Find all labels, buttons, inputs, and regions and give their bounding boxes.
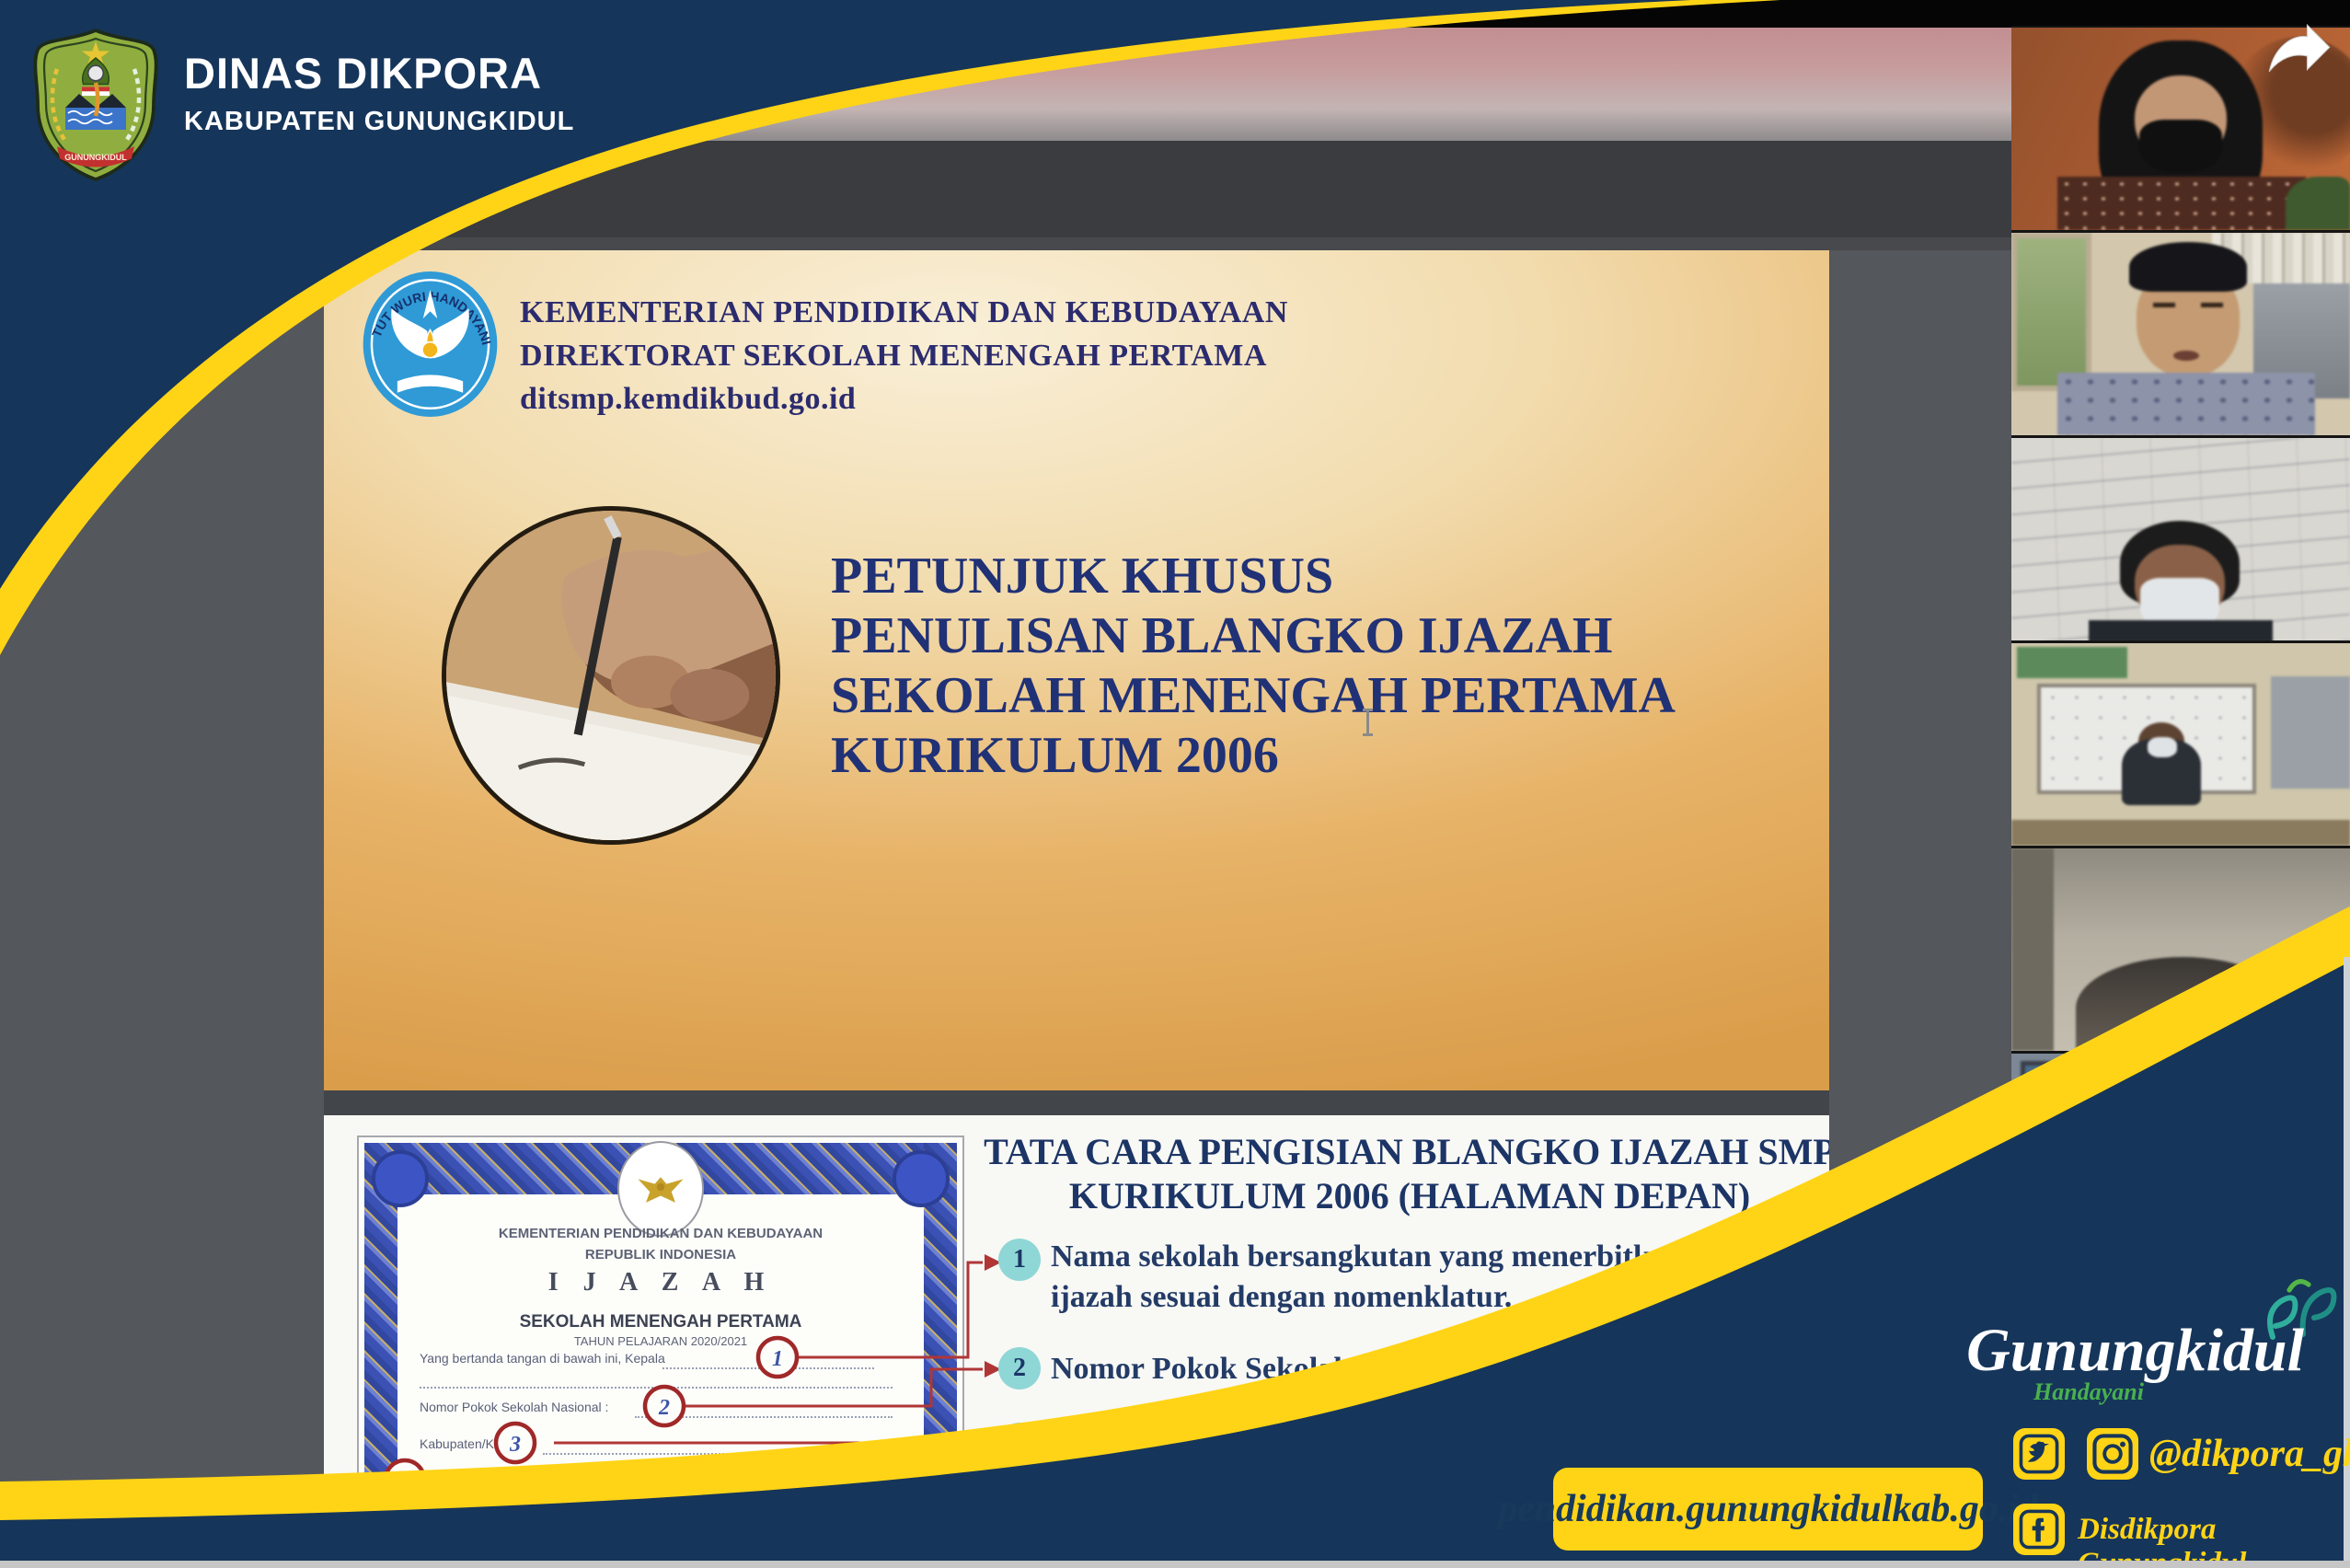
slide2-title: TATA CARA PENGISIAN BLANGKO IJAZAH SMP K… (968, 1130, 1829, 1218)
video-thumbnail[interactable] (2011, 643, 2350, 846)
video-thumbnail[interactable] (2011, 1054, 2350, 1256)
slide-title-line: SEKOLAH MENENGAH PERTAMA (831, 666, 1676, 726)
website-banner[interactable]: pendidikan.gunungkidulkab.go.id (1553, 1468, 1983, 1551)
slide2-title-line: KURIKULUM 2006 (HALAMAN DEPAN) (968, 1174, 1829, 1218)
slide-title: PETUNJUK KHUSUS PENULISAN BLANGKO IJAZAH… (831, 547, 1676, 786)
brand-wordmark: Gunungkidul (1958, 1316, 2312, 1386)
marker-number: 3 (509, 1433, 521, 1457)
item-line: Nomor Pokok Sekolah Nasional (NPSN) (1051, 1349, 1585, 1389)
participants-strip (2011, 26, 2350, 1259)
hand-writing-photo (442, 506, 780, 845)
item-line: Nama nomenklatur kabupaten/kota*) ( (1051, 1419, 1574, 1459)
video-thumbnail[interactable] (2011, 848, 2350, 1051)
slide2-title-line: TATA CARA PENGISIAN BLANGKO IJAZAH SMP (968, 1130, 1829, 1174)
agency-title: DINAS DIKPORA (184, 48, 542, 98)
facebook-label[interactable]: Disdikpora Gunungkidul (2078, 1513, 2350, 1568)
org-line: DIREKTORAT SEKOLAH MENENGAH PERTAMA (520, 334, 1288, 377)
item-number-badge: 3 (998, 1423, 1041, 1465)
list-item: Nama sekolah bersangkutan yang menerbitk… (1051, 1237, 1684, 1318)
svg-text:GUNUNGKIDUL: GUNUNGKIDUL (64, 153, 127, 162)
marker-number: 1 (772, 1347, 783, 1371)
item-line: Nama sekolah bersangkutan yang menerbitk… (1051, 1237, 1684, 1277)
list-item: Nama nomenklatur kabupaten/kota*) ( menc… (1051, 1419, 1574, 1500)
window-edge (0, 1561, 2350, 1568)
gunungkidul-crest: GUNUNGKIDUL (26, 28, 166, 182)
item-line: ijazah sesuai dengan nomenklatur. (1051, 1277, 1684, 1318)
agency-subtitle: KABUPATEN GUNUNGKIDUL (184, 107, 574, 137)
kemdikbud-logo: TUT WURI HANDAYANI (359, 267, 501, 421)
item-number-badge: 1 (998, 1239, 1041, 1281)
org-line: KEMENTERIAN PENDIDIKAN DAN KEBUDAYAAN (520, 291, 1288, 334)
item-line: mencoret) (1051, 1459, 1574, 1500)
list-item: Nomor Pokok Sekolah Nasional (NPSN) (1051, 1349, 1585, 1389)
slide-org-header: KEMENTERIAN PENDIDIKAN DAN KEBUDAYAAN DI… (520, 291, 1288, 421)
marker-number: 4 (398, 1470, 410, 1493)
twitter-icon[interactable] (2013, 1428, 2065, 1480)
video-thumbnail[interactable] (2011, 233, 2350, 435)
video-thumbnail[interactable] (2011, 438, 2350, 640)
page-gap (324, 1090, 1829, 1115)
share-arrow-icon[interactable] (2265, 20, 2333, 77)
slide-title-line: KURIKULUM 2006 (831, 726, 1676, 786)
slide-title-line: PETUNJUK KHUSUS (831, 547, 1676, 606)
instagram-icon[interactable] (2087, 1428, 2138, 1480)
marker-number: 2 (658, 1396, 670, 1420)
facebook-icon[interactable] (2013, 1504, 2065, 1555)
page-edge-accent (324, 250, 333, 265)
item-number-badge: 2 (998, 1347, 1041, 1389)
viewer-gap (0, 237, 2350, 250)
social-handle[interactable]: @dikpora_gk (2149, 1432, 2350, 1476)
org-line: ditsmp.kemdikbud.go.id (520, 377, 1288, 421)
pdf-page-12[interactable]: TUT WURI HANDAYANI KEMENTERIAN PENDIDIKA… (324, 250, 1829, 1090)
text-cursor (1366, 709, 1369, 736)
slide-title-line: PENULISAN BLANGKO IJAZAH (831, 606, 1676, 666)
meeting-screenshare-window: 12 / 55 − 100% + TUT WURI HANDAYANI (0, 0, 2350, 1568)
pdf-toolbar: 12 / 55 − 100% + (0, 141, 2350, 237)
brand-tagline: Handayani (1978, 1378, 2199, 1406)
top-black-bar (0, 0, 2350, 28)
